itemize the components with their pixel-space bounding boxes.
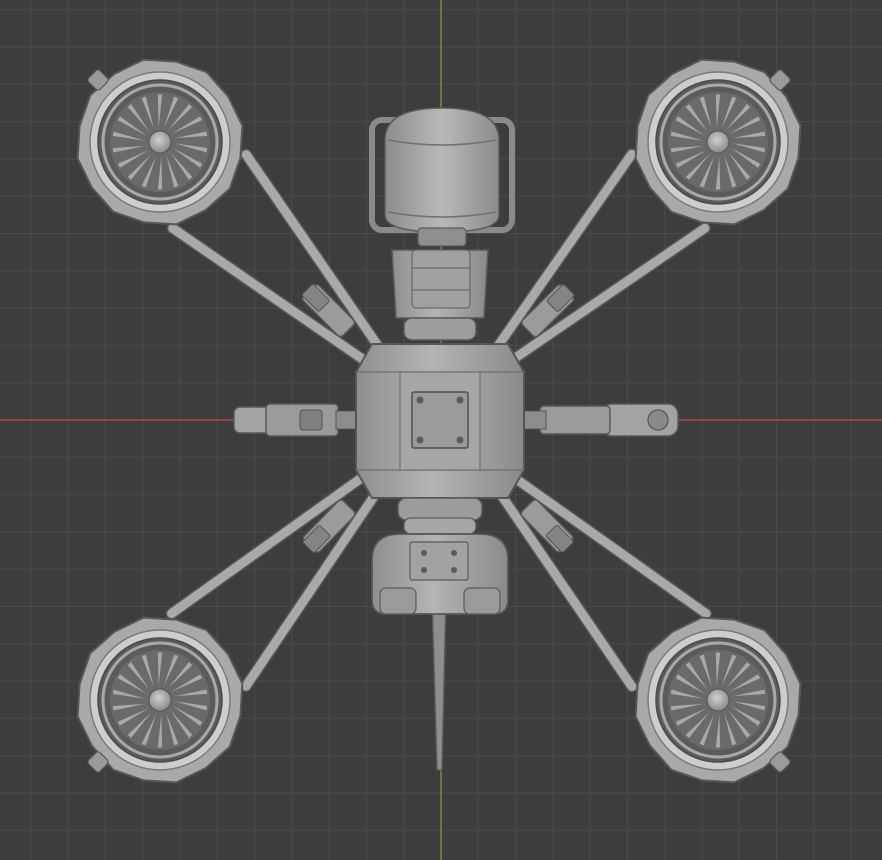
turbine-hub [148, 688, 172, 712]
side-arm-left [233, 403, 359, 437]
turbine-hub [706, 130, 730, 154]
sensor-head [391, 249, 489, 341]
rotor-pod [634, 616, 802, 784]
turbine-hub [706, 688, 730, 712]
side-arm-right [523, 403, 679, 437]
front-fuel-tank [369, 107, 515, 247]
rotor-pod [76, 616, 244, 784]
rear-module [371, 497, 509, 615]
turbine-hub [148, 130, 172, 154]
rotor-pod [634, 58, 802, 226]
central-body [355, 343, 525, 499]
rotor-pod [76, 58, 244, 226]
drone-model[interactable] [0, 0, 882, 860]
tail-spike [431, 599, 447, 771]
3d-viewport[interactable] [0, 0, 882, 860]
